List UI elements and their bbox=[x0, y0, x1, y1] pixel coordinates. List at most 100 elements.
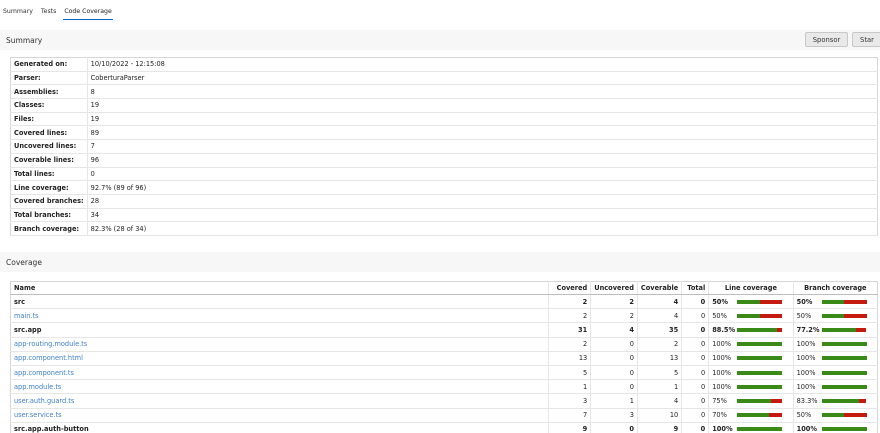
covered-segment bbox=[737, 342, 783, 347]
covered-segment bbox=[821, 342, 867, 347]
coverage-section-header: Coverage bbox=[0, 252, 880, 272]
uncovered-cell: 4 bbox=[590, 322, 638, 338]
file-cell[interactable]: main.ts bbox=[10, 308, 549, 324]
line-coverage-bar-cell bbox=[735, 322, 794, 338]
uncovered-cell: 1 bbox=[590, 393, 638, 409]
summary-value: CoberturaParser bbox=[87, 71, 878, 86]
summary-label: Total branches: bbox=[10, 208, 88, 223]
tab-tests[interactable]: Tests bbox=[40, 8, 57, 19]
branch-coverage-bar bbox=[821, 342, 867, 347]
coverage-header-row: Name Covered Uncovered Coverable Total L… bbox=[10, 281, 878, 295]
header-coverable[interactable]: Coverable bbox=[636, 281, 682, 295]
table-row: src.app.auth-button 9 0 9 0 100% 100% bbox=[10, 422, 878, 433]
line-coverage-percent: 100% bbox=[708, 422, 736, 433]
covered-cell: 5 bbox=[548, 365, 591, 381]
sponsor-button[interactable]: Sponsor bbox=[805, 32, 848, 47]
coverable-cell: 4 bbox=[636, 393, 682, 409]
line-coverage-percent: 100% bbox=[708, 365, 736, 381]
table-row: app.component.ts 5 0 5 0 100% 100% bbox=[10, 365, 878, 381]
summary-label: Covered branches: bbox=[10, 194, 88, 209]
uncovered-cell: 3 bbox=[590, 408, 638, 423]
uncovered-cell: 0 bbox=[590, 351, 638, 366]
summary-label: Branch coverage: bbox=[10, 221, 88, 236]
line-coverage-bar bbox=[737, 413, 783, 418]
coverable-cell: 5 bbox=[636, 365, 682, 381]
table-row: app.component.html 13 0 13 0 100% 100% bbox=[10, 351, 878, 366]
total-cell: 0 bbox=[681, 294, 709, 310]
header-total[interactable]: Total bbox=[681, 281, 709, 295]
file-cell[interactable]: app.component.ts bbox=[10, 365, 549, 381]
star-button[interactable]: Star bbox=[852, 32, 880, 47]
total-cell: 0 bbox=[681, 337, 709, 352]
file-cell[interactable]: app.module.ts bbox=[10, 379, 549, 395]
covered-cell: 2 bbox=[548, 294, 591, 310]
coverable-cell: 2 bbox=[636, 337, 682, 352]
uncovered-cell: 2 bbox=[590, 294, 638, 310]
branch-coverage-bar-cell bbox=[819, 379, 878, 395]
summary-value: 89 bbox=[87, 125, 878, 141]
summary-label: Covered lines: bbox=[10, 125, 88, 141]
branch-coverage-percent: 50% bbox=[792, 308, 820, 324]
branch-coverage-bar bbox=[821, 313, 867, 318]
branch-coverage-percent: 83.3% bbox=[792, 393, 820, 409]
branch-coverage-bar bbox=[821, 413, 867, 418]
covered-cell: 2 bbox=[548, 308, 591, 324]
branch-coverage-bar-cell bbox=[819, 337, 878, 352]
covered-segment bbox=[737, 299, 760, 304]
coverable-cell: 4 bbox=[636, 294, 682, 310]
total-cell: 0 bbox=[681, 308, 709, 324]
covered-cell: 7 bbox=[548, 408, 591, 423]
tab-summary[interactable]: Summary bbox=[2, 8, 34, 19]
file-cell[interactable]: user.auth.guard.ts bbox=[10, 393, 549, 409]
covered-segment bbox=[737, 356, 783, 361]
tab-code-coverage[interactable]: Code Coverage bbox=[63, 8, 113, 20]
header-covered[interactable]: Covered bbox=[548, 281, 591, 295]
summary-value: 19 bbox=[87, 98, 878, 113]
covered-segment bbox=[821, 327, 857, 332]
covered-cell: 31 bbox=[548, 322, 591, 338]
file-link[interactable]: app.module.ts bbox=[14, 383, 61, 391]
coverable-cell: 1 bbox=[636, 379, 682, 395]
file-link[interactable]: app.component.html bbox=[14, 354, 83, 362]
branch-coverage-bar-cell bbox=[819, 294, 878, 310]
table-row: main.ts 2 2 4 0 50% 50% bbox=[10, 308, 878, 324]
line-coverage-bar-cell bbox=[735, 422, 794, 433]
header-line-coverage[interactable]: Line coverage bbox=[708, 281, 794, 295]
file-cell[interactable]: app-routing.module.ts bbox=[10, 337, 549, 352]
file-link[interactable]: app-routing.module.ts bbox=[14, 340, 87, 348]
covered-segment bbox=[737, 427, 783, 432]
summary-row: Total branches: 34 bbox=[10, 208, 878, 223]
line-coverage-bar bbox=[737, 370, 783, 375]
summary-row: Files: 19 bbox=[10, 112, 878, 127]
summary-row: Generated on: 10/10/2022 - 12:15:08 bbox=[10, 57, 878, 72]
line-coverage-bar bbox=[737, 427, 783, 432]
file-link[interactable]: app.component.ts bbox=[14, 369, 74, 377]
file-link[interactable]: user.service.ts bbox=[14, 411, 62, 419]
covered-segment bbox=[737, 384, 783, 389]
branch-coverage-bar-cell bbox=[819, 393, 878, 409]
branch-coverage-percent: 100% bbox=[792, 351, 820, 366]
branch-coverage-bar bbox=[821, 327, 867, 332]
header-branch-coverage[interactable]: Branch coverage bbox=[792, 281, 878, 295]
total-cell: 0 bbox=[681, 322, 709, 338]
summary-row: Covered lines: 89 bbox=[10, 125, 878, 141]
line-coverage-percent: 88.5% bbox=[708, 322, 736, 338]
header-uncovered[interactable]: Uncovered bbox=[590, 281, 638, 295]
summary-row: Parser: CoberturaParser bbox=[10, 71, 878, 86]
file-cell[interactable]: app.component.html bbox=[10, 351, 549, 366]
summary-label: Total lines: bbox=[10, 167, 88, 182]
summary-label: Files: bbox=[10, 112, 88, 127]
uncovered-cell: 0 bbox=[590, 337, 638, 352]
file-cell[interactable]: user.service.ts bbox=[10, 408, 549, 423]
branch-coverage-bar-cell bbox=[819, 322, 878, 338]
summary-value: 82.3% (28 of 34) bbox=[87, 221, 878, 236]
covered-segment bbox=[821, 313, 844, 318]
file-link[interactable]: main.ts bbox=[14, 312, 39, 320]
file-link[interactable]: user.auth.guard.ts bbox=[14, 397, 74, 405]
covered-segment bbox=[737, 398, 771, 403]
covered-cell: 13 bbox=[548, 351, 591, 366]
branch-coverage-percent: 100% bbox=[792, 337, 820, 352]
covered-segment bbox=[737, 370, 783, 375]
table-row: src.app 31 4 35 0 88.5% 77.2% bbox=[10, 322, 878, 338]
header-name[interactable]: Name bbox=[10, 281, 549, 295]
